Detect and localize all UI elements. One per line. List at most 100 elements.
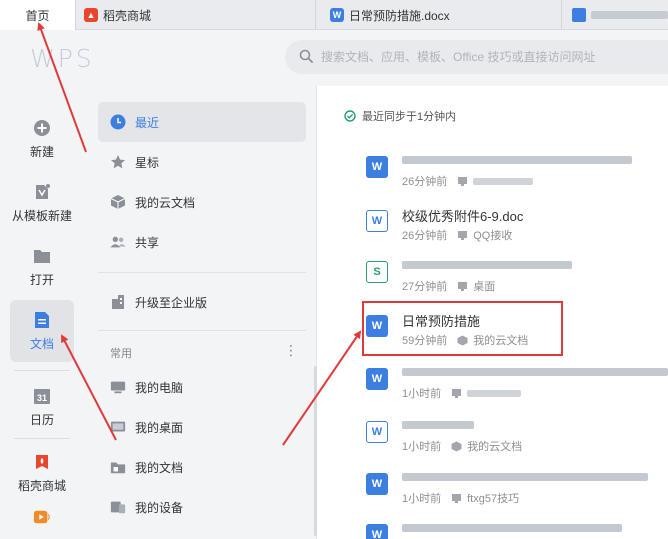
nav-cloud-docs[interactable]: 我的云文档 bbox=[98, 182, 306, 222]
documents-folder-icon bbox=[110, 459, 126, 475]
nav-my-documents[interactable]: 我的文档 bbox=[98, 447, 306, 487]
nav-my-desktop-label: 我的桌面 bbox=[135, 420, 184, 435]
docer-icon bbox=[33, 453, 51, 471]
desktop-icon bbox=[457, 281, 468, 292]
file-row[interactable]: W 1小时前 我的云文档 bbox=[362, 411, 668, 461]
nav-recent[interactable]: 最近 bbox=[98, 102, 306, 142]
tab-bar: 首页 ▲ 稻壳商城 W 日常预防措施.docx bbox=[0, 0, 668, 31]
plus-circle-icon bbox=[33, 119, 51, 137]
tab-docer-store[interactable]: ▲ 稻壳商城 bbox=[76, 0, 316, 30]
file-row[interactable]: W 26分钟前 bbox=[362, 146, 668, 196]
file-meta: 1小时前 我的云文档 bbox=[402, 438, 522, 454]
tab-home-label: 首页 bbox=[25, 8, 50, 23]
rail-docer-label: 稻壳商城 bbox=[17, 478, 66, 493]
app-header: WPS bbox=[0, 30, 668, 86]
docer-icon: ▲ bbox=[84, 8, 98, 22]
nav-scrollbar[interactable] bbox=[314, 366, 317, 536]
word-file-icon: W bbox=[366, 368, 388, 390]
file-row[interactable]: W 1小时前 ftxg57技巧 bbox=[362, 463, 668, 513]
file-meta: 1小时前 ftxg57技巧 bbox=[402, 490, 519, 506]
nav-my-devices-label: 我的设备 bbox=[135, 500, 184, 515]
file-time: 1小时前 bbox=[402, 493, 442, 505]
users-icon bbox=[110, 234, 126, 250]
folder-icon bbox=[33, 247, 51, 265]
file-name: 校级优秀附件6-9.doc bbox=[402, 209, 524, 224]
tab-document[interactable]: W 日常预防措施.docx bbox=[316, 0, 562, 30]
cloud-box-icon bbox=[451, 441, 462, 452]
file-name bbox=[402, 261, 572, 269]
location-icon bbox=[451, 388, 462, 399]
nav-panel: 最近 星标 我的云文档 共享 升级至企业版 常用 ⋮ 我的电脑 我的桌面 我的文… bbox=[84, 86, 317, 539]
nav-starred[interactable]: 星标 bbox=[98, 142, 306, 182]
tab-document-label: 日常预防措施.docx bbox=[349, 8, 450, 23]
nav-shared-label: 共享 bbox=[135, 235, 160, 250]
file-row[interactable]: W 校级优秀附件6-9.doc 26分钟前 QQ接收 bbox=[362, 200, 668, 250]
nav-section-title: 常用 bbox=[110, 348, 132, 360]
nav-divider bbox=[98, 272, 306, 273]
word-doc-icon: W bbox=[330, 8, 344, 22]
location-icon bbox=[457, 176, 468, 187]
qq-receive-icon bbox=[457, 230, 468, 241]
wps-logo: WPS bbox=[30, 44, 95, 73]
file-location bbox=[473, 177, 534, 185]
file-time: 26分钟前 bbox=[402, 230, 448, 242]
template-icon bbox=[33, 183, 51, 201]
tab-home[interactable]: 首页 bbox=[0, 0, 76, 31]
video-play-icon bbox=[33, 508, 51, 526]
highlight-box bbox=[362, 301, 563, 356]
rail-video[interactable] bbox=[10, 500, 74, 539]
rail-open[interactable]: 打开 bbox=[10, 236, 74, 298]
calendar-day-number: 31 bbox=[37, 393, 47, 403]
file-row[interactable]: W 1小时前 bbox=[362, 358, 668, 408]
rail-documents-label: 文档 bbox=[29, 336, 54, 351]
sync-check-icon bbox=[344, 110, 356, 122]
nav-my-devices[interactable]: 我的设备 bbox=[98, 487, 306, 527]
file-location: QQ接收 bbox=[473, 230, 513, 242]
file-meta: 27分钟前 桌面 bbox=[402, 278, 495, 294]
search-icon bbox=[299, 49, 313, 66]
file-time: 27分钟前 bbox=[402, 281, 448, 293]
nav-shared[interactable]: 共享 bbox=[98, 222, 306, 262]
rail-docer-store[interactable]: 稻壳商城 bbox=[10, 442, 74, 504]
file-time: 1小时前 bbox=[402, 441, 442, 453]
search-input[interactable] bbox=[321, 50, 661, 64]
rail-documents[interactable]: 文档 bbox=[10, 300, 74, 362]
nav-upgrade-label: 升级至企业版 bbox=[135, 295, 208, 310]
file-name bbox=[402, 473, 648, 481]
nav-recent-label: 最近 bbox=[135, 115, 160, 130]
tab-blurred[interactable] bbox=[562, 0, 668, 30]
nav-starred-label: 星标 bbox=[135, 155, 160, 170]
file-location bbox=[467, 389, 522, 397]
desktop-icon bbox=[110, 419, 126, 435]
nav-my-desktop[interactable]: 我的桌面 bbox=[98, 407, 306, 447]
nav-my-documents-label: 我的文档 bbox=[135, 460, 184, 475]
devices-icon bbox=[110, 499, 126, 515]
more-options-icon[interactable]: ⋮ bbox=[284, 342, 298, 359]
nav-divider bbox=[98, 330, 306, 331]
nav-my-computer-label: 我的电脑 bbox=[135, 380, 184, 395]
rail-new-from-template[interactable]: 从模板新建 bbox=[10, 172, 74, 234]
search-box[interactable] bbox=[285, 40, 668, 74]
file-name bbox=[402, 156, 632, 164]
word-file-icon: W bbox=[366, 156, 388, 178]
rail-calendar[interactable]: 31 日历 bbox=[10, 376, 74, 438]
spreadsheet-file-icon: S bbox=[366, 261, 388, 283]
file-row[interactable]: S 27分钟前 桌面 bbox=[362, 251, 668, 301]
nav-upgrade-enterprise[interactable]: 升级至企业版 bbox=[98, 282, 306, 322]
file-location: 桌面 bbox=[473, 281, 496, 293]
rail-template-label: 从模板新建 bbox=[11, 208, 72, 223]
document-icon bbox=[33, 311, 51, 329]
rail-new-label: 新建 bbox=[29, 144, 54, 159]
rail-calendar-label: 日历 bbox=[29, 412, 54, 427]
left-rail: 新建 从模板新建 打开 文档 31 日历 稻壳商城 bbox=[0, 86, 84, 539]
file-time: 1小时前 bbox=[402, 388, 442, 400]
file-row[interactable]: W bbox=[362, 514, 668, 539]
sync-status-text: 最近同步于1分钟内 bbox=[362, 111, 457, 123]
nav-my-computer[interactable]: 我的电脑 bbox=[98, 367, 306, 407]
tab-docer-label: 稻壳商城 bbox=[103, 8, 152, 23]
word-file-icon: W bbox=[366, 421, 388, 443]
computer-icon bbox=[110, 379, 126, 395]
rail-new[interactable]: 新建 bbox=[10, 108, 74, 170]
file-name bbox=[402, 524, 622, 532]
file-location: 我的云文档 bbox=[467, 441, 523, 453]
